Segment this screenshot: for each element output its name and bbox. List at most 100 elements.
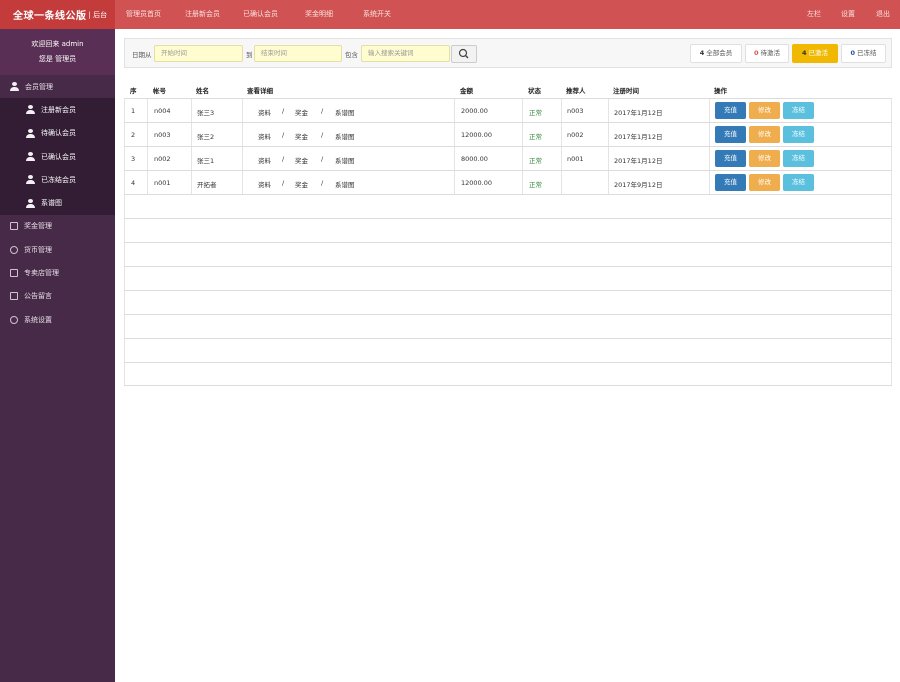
stat-label: 待激活 [760, 49, 781, 57]
recharge-button[interactable]: 充值 [715, 126, 746, 143]
sidebar-group-settings[interactable]: 系统设置 [0, 307, 115, 332]
stat-pending[interactable]: 0 待激活 [745, 44, 789, 63]
edit-button[interactable]: 修改 [749, 174, 780, 191]
col-header-detail: 查看详细 [247, 87, 273, 95]
gear-icon [10, 315, 18, 324]
sidebar-item-genealogy[interactable]: 系谱图 [0, 191, 115, 215]
freeze-button[interactable]: 冻结 [783, 150, 814, 167]
sidebar-group-store[interactable]: 专卖店管理 [0, 261, 115, 285]
stat-label: 已激活 [808, 49, 829, 57]
sidebar-group-notice[interactable]: 公告留言 [0, 284, 115, 308]
link-separator: / [282, 155, 285, 163]
topnav-settings[interactable]: 设置 [841, 0, 855, 29]
welcome-panel: 欢迎回来 admin 您是 管理员 [0, 29, 115, 75]
stat-frozen[interactable]: 0 已冻结 [841, 44, 886, 63]
table-row: 2 n003 张三2 12000.00 正常 n002 2017年1月12日 资料 / 奖金 / 系谱… [124, 122, 892, 147]
link-profile[interactable]: 资料 [258, 131, 271, 141]
column-divider [522, 171, 523, 195]
sidebar-group-bonus[interactable]: 奖金管理 [0, 214, 115, 239]
cell-account: n001 [154, 179, 171, 187]
column-divider [242, 123, 243, 147]
column-divider [454, 123, 455, 147]
link-separator: / [282, 179, 285, 187]
table-row [124, 266, 892, 290]
end-date-input[interactable]: 结束时间 [254, 45, 342, 62]
topnav-left-column[interactable]: 左栏 [807, 0, 821, 29]
link-bonus[interactable]: 奖金 [295, 107, 308, 117]
column-divider [147, 147, 148, 171]
sidebar-group-currency[interactable]: 货币管理 [0, 238, 115, 262]
column-divider [709, 171, 710, 195]
link-separator: / [321, 131, 324, 139]
sidebar-item-label: 已确认会员 [41, 152, 76, 161]
link-genealogy[interactable]: 系谱图 [335, 155, 355, 165]
stat-activated[interactable]: 4 已激活 [792, 44, 838, 63]
link-bonus[interactable]: 奖金 [295, 179, 308, 189]
recharge-button[interactable]: 充值 [715, 150, 746, 167]
search-button[interactable] [451, 45, 477, 63]
cell-amount: 2000.00 [461, 107, 488, 115]
topnav-register-member[interactable]: 注册新会员 [185, 0, 220, 29]
col-header-account: 帐号 [153, 87, 166, 95]
freeze-button[interactable]: 冻结 [783, 126, 814, 143]
sidebar-item-confirmed[interactable]: 已确认会员 [0, 144, 115, 169]
link-genealogy[interactable]: 系谱图 [335, 179, 355, 189]
topnav-admin-home[interactable]: 管理员首页 [126, 0, 161, 29]
stat-label: 全部会员 [706, 49, 733, 57]
sidebar-group-member[interactable]: 会员管理 [0, 75, 115, 99]
topnav-system-switch[interactable]: 系统开关 [363, 0, 391, 29]
cell-amount: 12000.00 [461, 131, 493, 139]
cell-amount: 12000.00 [461, 179, 493, 187]
col-header-status: 状态 [528, 87, 541, 95]
topnav-logout[interactable]: 退出 [876, 0, 890, 29]
date-to-label: 到 [246, 51, 253, 59]
link-genealogy[interactable]: 系谱图 [335, 107, 355, 117]
stat-all-members[interactable]: 4 全部会员 [690, 44, 742, 63]
list-icon [10, 292, 18, 301]
link-bonus[interactable]: 奖金 [295, 155, 308, 165]
table-row [124, 194, 892, 218]
brand-logo: 全球一条线公版 | 后台 [0, 0, 115, 29]
edit-button[interactable]: 修改 [749, 126, 780, 143]
start-date-input[interactable]: 开始时间 [154, 45, 243, 62]
column-divider [709, 147, 710, 171]
col-header-actions: 操作 [714, 87, 727, 95]
cell-referrer: n002 [567, 131, 584, 139]
sidebar-item-register[interactable]: 注册新会员 [0, 98, 115, 122]
column-divider [561, 147, 562, 171]
freeze-button[interactable]: 冻结 [783, 174, 814, 191]
link-profile[interactable]: 资料 [258, 107, 271, 117]
stat-count: 0 [753, 49, 759, 57]
cell-account: n003 [154, 131, 171, 139]
column-divider [608, 99, 609, 123]
sidebar-item-frozen[interactable]: 已冻结会员 [0, 168, 115, 192]
table-row: 4 n001 开拓者 12000.00 正常 2017年9月12日 资料 / 奖金 / 系谱图 充值修… [124, 170, 892, 195]
link-profile[interactable]: 资料 [258, 155, 271, 165]
keyword-input[interactable]: 输入搜索关键词 [361, 45, 450, 62]
edit-button[interactable]: 修改 [749, 102, 780, 119]
sidebar-item-label: 待确认会员 [41, 129, 76, 138]
cell-name: 张三1 [197, 157, 215, 165]
freeze-button[interactable]: 冻结 [783, 102, 814, 119]
user-icon [26, 128, 35, 138]
link-bonus[interactable]: 奖金 [295, 131, 308, 141]
topnav-bonus-detail[interactable]: 奖金明细 [305, 0, 333, 29]
sidebar-group-label: 公告留言 [24, 292, 52, 301]
recharge-button[interactable]: 充值 [715, 102, 746, 119]
topnav-confirmed-members[interactable]: 已确认会员 [243, 0, 278, 29]
link-profile[interactable]: 资料 [258, 179, 271, 189]
cell-no: 3 [131, 155, 136, 163]
edit-button[interactable]: 修改 [749, 150, 780, 167]
table-row [124, 242, 892, 266]
column-divider [147, 171, 148, 195]
recharge-button[interactable]: 充值 [715, 174, 746, 191]
sidebar-item-pending[interactable]: 待确认会员 [0, 121, 115, 145]
column-divider [454, 171, 455, 195]
cell-referrer: n001 [567, 155, 584, 163]
link-genealogy[interactable]: 系谱图 [335, 131, 355, 141]
column-divider [561, 99, 562, 123]
column-divider [561, 123, 562, 147]
cell-status: 正常 [529, 157, 542, 165]
stat-count: 4 [801, 49, 807, 57]
table-header: 序 帐号 姓名 查看详细 金额 状态 推荐人 注册时间 操作 [124, 80, 892, 98]
